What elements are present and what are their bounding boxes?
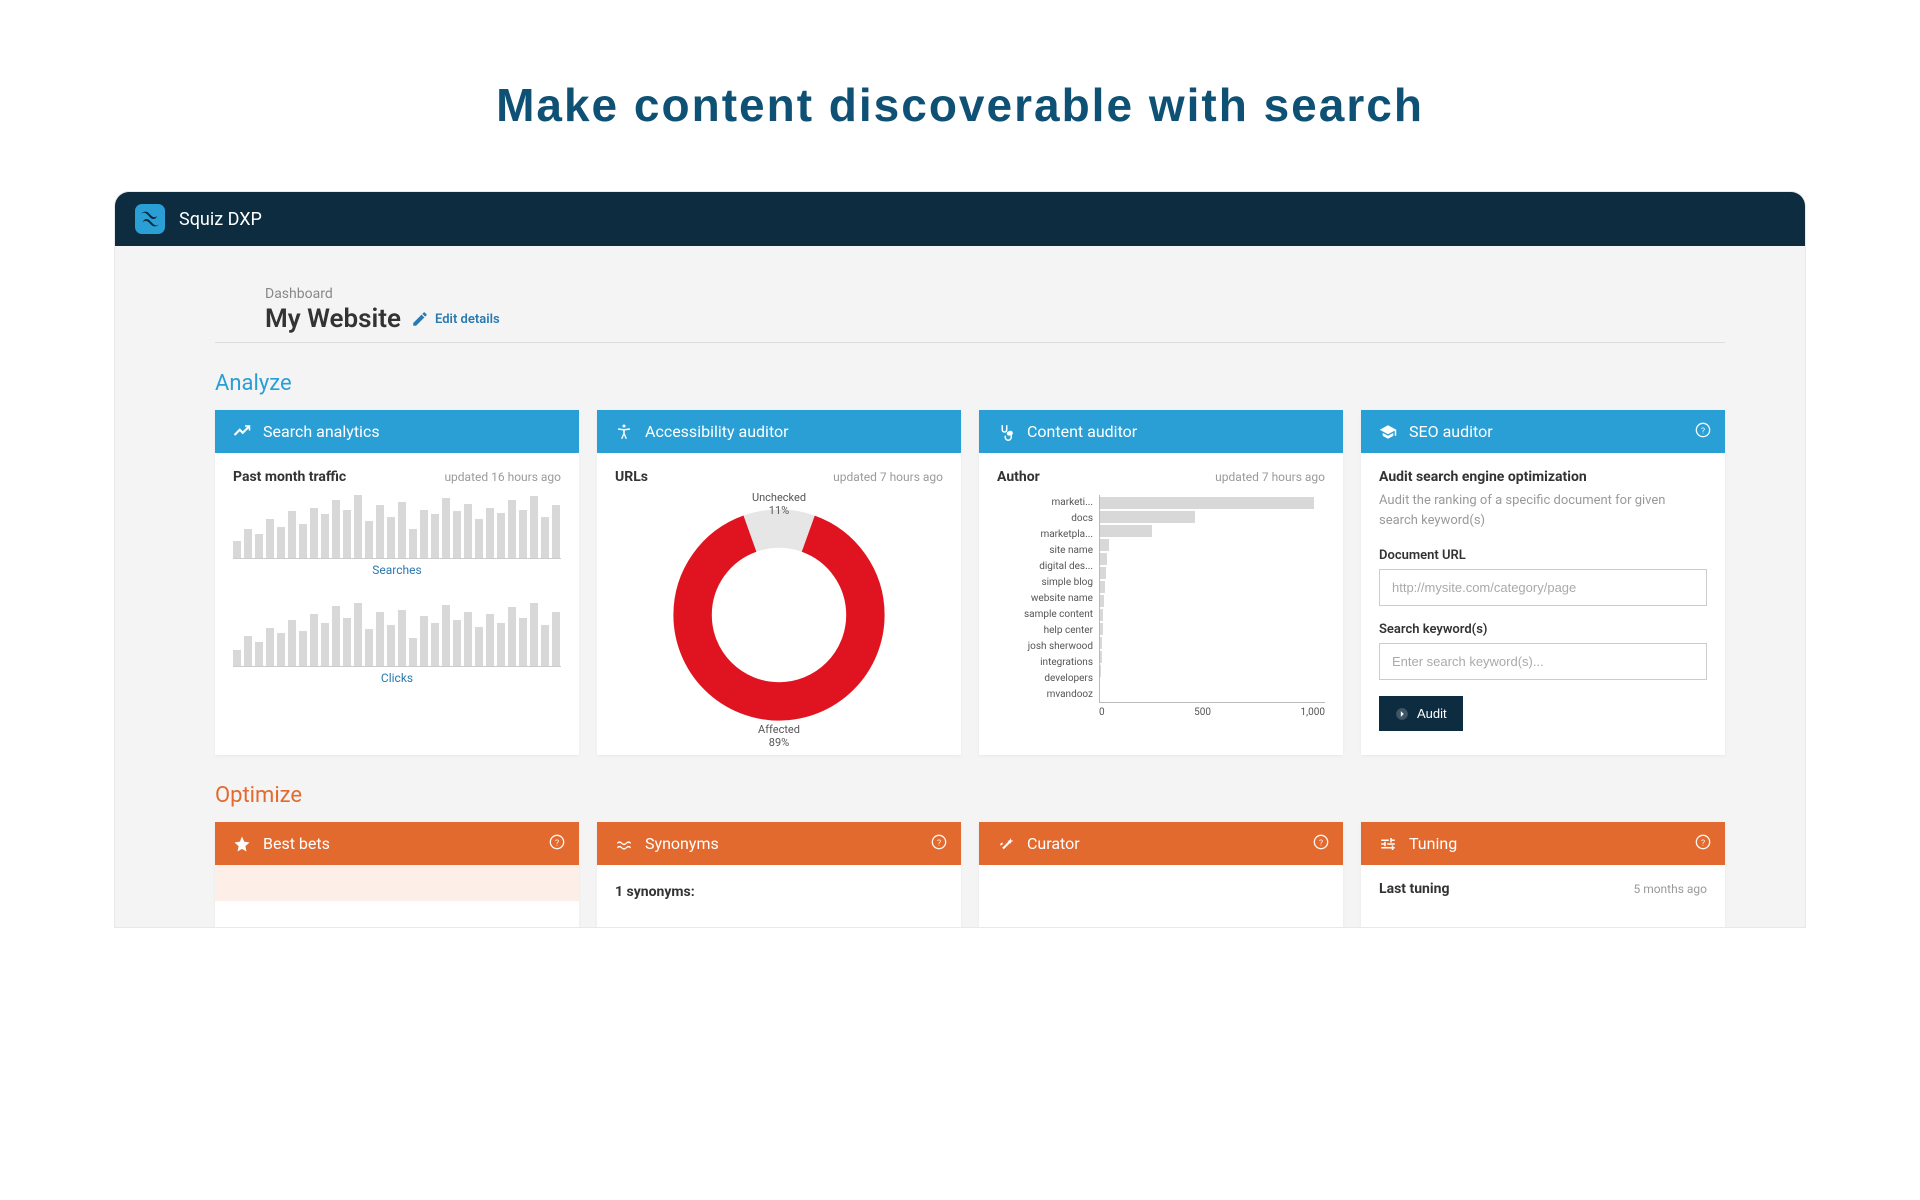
card-subtitle: Audit search engine optimization xyxy=(1379,469,1707,485)
card-title: Synonyms xyxy=(645,834,719,853)
searches-label: Searches xyxy=(233,563,561,577)
card-title: SEO auditor xyxy=(1409,422,1493,441)
arrow-right-icon xyxy=(1395,707,1409,721)
card-header: Search analytics xyxy=(215,410,579,453)
sliders-icon xyxy=(1379,835,1397,853)
titlebar: Squiz DXP xyxy=(115,192,1805,246)
card-subtitle: Past month traffic xyxy=(233,469,346,485)
app-name: Squiz DXP xyxy=(179,209,262,230)
tuning-updated: 5 months ago xyxy=(1633,882,1707,896)
searches-sparkline xyxy=(233,495,561,559)
updated-label: updated 7 hours ago xyxy=(833,470,943,484)
card-title: Best bets xyxy=(263,834,330,853)
star-icon xyxy=(233,835,251,853)
optimize-cards: Best bets ? Synonyms ? 1 synonyms: Curat… xyxy=(215,822,1725,927)
site-title: My Website xyxy=(265,304,401,334)
svg-text:?: ? xyxy=(1701,426,1705,436)
best-bets-card[interactable]: Best bets ? xyxy=(215,822,579,927)
card-title: Search analytics xyxy=(263,422,380,441)
hbar-axis-ticks: 05001,000 xyxy=(997,707,1325,718)
updated-label: updated 7 hours ago xyxy=(1215,470,1325,484)
document-url-input[interactable] xyxy=(1379,569,1707,606)
synonyms-count: 1 synonyms: xyxy=(615,884,695,900)
help-icon[interactable]: ? xyxy=(1313,834,1329,854)
svg-text:?: ? xyxy=(555,838,559,848)
accessibility-card[interactable]: Accessibility auditor URLs updated 7 hou… xyxy=(597,410,961,755)
card-subtitle: Author xyxy=(997,469,1040,485)
wand-icon xyxy=(997,835,1015,853)
svg-text:?: ? xyxy=(937,838,941,848)
accessibility-icon xyxy=(615,423,633,441)
synonyms-card[interactable]: Synonyms ? 1 synonyms: xyxy=(597,822,961,927)
card-header: Accessibility auditor xyxy=(597,410,961,453)
edit-details-link[interactable]: Edit details xyxy=(411,310,500,328)
svg-text:?: ? xyxy=(1319,838,1323,848)
tuning-card[interactable]: Tuning ? Last tuning 5 months ago xyxy=(1361,822,1725,927)
app-window: Squiz DXP Dashboard My Website Edit deta… xyxy=(115,192,1805,927)
seo-description: Audit the ranking of a specific document… xyxy=(1379,491,1707,530)
edit-details-label: Edit details xyxy=(435,312,500,327)
card-header: Curator ? xyxy=(979,822,1343,865)
donut-label-affected: Affected89% xyxy=(758,723,800,749)
clicks-label: Clicks xyxy=(233,671,561,685)
author-hbar-chart: marketi...docsmarketpla...site namedigit… xyxy=(997,495,1325,703)
optimize-header: Optimize xyxy=(215,783,1725,808)
content-area: Dashboard My Website Edit details Analyz… xyxy=(115,246,1805,927)
tuning-subtitle: Last tuning xyxy=(1379,881,1449,897)
graduation-cap-icon xyxy=(1379,423,1397,441)
divider xyxy=(215,342,1725,343)
donut-label-unchecked: Unchecked11% xyxy=(752,491,806,517)
seo-card: SEO auditor ? Audit search engine optimi… xyxy=(1361,410,1725,755)
accessibility-donut: Unchecked11% Affected89% xyxy=(659,495,899,735)
url-label: Document URL xyxy=(1379,548,1707,563)
card-header: Synonyms ? xyxy=(597,822,961,865)
content-auditor-card[interactable]: Content auditor Author updated 7 hours a… xyxy=(979,410,1343,755)
card-title: Curator xyxy=(1027,834,1080,853)
svg-text:?: ? xyxy=(1701,838,1705,848)
approx-icon xyxy=(615,835,633,853)
clicks-sparkline xyxy=(233,603,561,667)
keywords-label: Search keyword(s) xyxy=(1379,622,1707,637)
card-title: Content auditor xyxy=(1027,422,1137,441)
curator-card[interactable]: Curator ? xyxy=(979,822,1343,927)
card-title: Accessibility auditor xyxy=(645,422,789,441)
help-icon[interactable]: ? xyxy=(549,834,565,854)
analyze-cards: Search analytics Past month traffic upda… xyxy=(215,410,1725,755)
help-icon[interactable]: ? xyxy=(1695,422,1711,442)
card-title: Tuning xyxy=(1409,834,1457,853)
card-header: Tuning ? xyxy=(1361,822,1725,865)
analytics-icon xyxy=(233,423,251,441)
updated-label: updated 16 hours ago xyxy=(444,470,561,484)
audit-button-label: Audit xyxy=(1417,706,1447,721)
card-subtitle: URLs xyxy=(615,469,648,485)
help-icon[interactable]: ? xyxy=(931,834,947,854)
stethoscope-icon xyxy=(997,423,1015,441)
search-analytics-card[interactable]: Search analytics Past month traffic upda… xyxy=(215,410,579,755)
page-title: Make content discoverable with search xyxy=(0,0,1920,192)
audit-button[interactable]: Audit xyxy=(1379,696,1463,731)
keywords-input[interactable] xyxy=(1379,643,1707,680)
help-icon[interactable]: ? xyxy=(1695,834,1711,854)
pencil-icon xyxy=(411,310,429,328)
app-logo xyxy=(135,204,165,234)
card-header: Best bets ? xyxy=(215,822,579,865)
breadcrumb[interactable]: Dashboard xyxy=(265,286,1725,302)
card-header: SEO auditor ? xyxy=(1361,410,1725,453)
card-header: Content auditor xyxy=(979,410,1343,453)
analyze-header: Analyze xyxy=(215,371,1725,396)
